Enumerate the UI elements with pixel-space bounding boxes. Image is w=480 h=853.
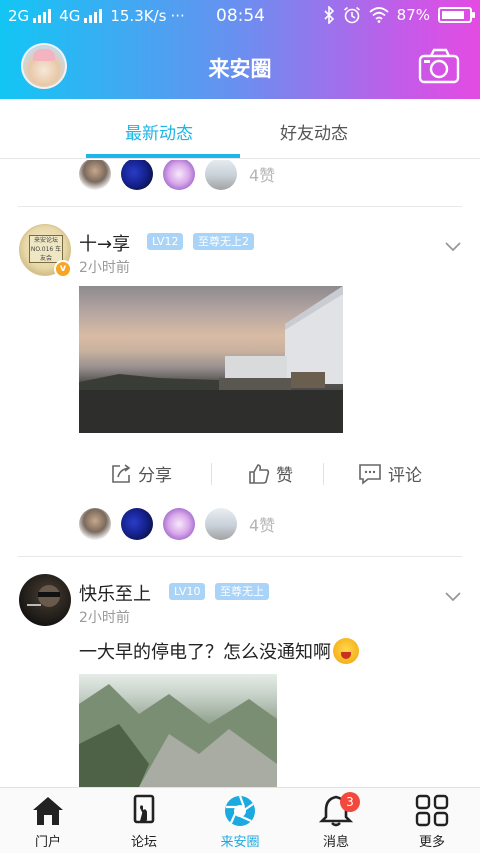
nav-more-label: 更多 bbox=[418, 835, 445, 850]
post-avatar[interactable] bbox=[19, 574, 71, 626]
signal-icon bbox=[33, 9, 52, 23]
feed[interactable]: 4赞 来安论坛 NO.016 车友会 v 十→享 LV12 至尊无上2 2小时前… bbox=[0, 160, 480, 787]
comment-button[interactable]: 评论 bbox=[358, 461, 422, 486]
nav-messages[interactable]: 3 消息 bbox=[288, 788, 384, 853]
page-title: 来安圈 bbox=[208, 57, 272, 81]
more-indicator: ··· bbox=[170, 7, 185, 25]
post-time: 2小时前 bbox=[79, 610, 130, 626]
post-text-row: 一大早的停电了？怎么没通知啊 bbox=[79, 638, 359, 664]
status-left: 2G 4G 15.3K/s ··· bbox=[8, 7, 185, 25]
tab-latest[interactable]: 最新动态 bbox=[125, 119, 193, 144]
comment-icon bbox=[359, 463, 381, 485]
action-separator bbox=[323, 463, 324, 485]
nav-circle[interactable]: 来安圈 bbox=[192, 788, 288, 853]
like-button[interactable]: 赞 bbox=[248, 461, 293, 486]
liker-avatar[interactable] bbox=[121, 160, 153, 190]
nav-more[interactable]: 更多 bbox=[384, 788, 480, 853]
post-image[interactable] bbox=[79, 286, 343, 433]
battery-percent: 87% bbox=[396, 6, 430, 24]
chevron-down-icon[interactable] bbox=[444, 238, 462, 256]
post-actions: 分享 赞 评论 bbox=[0, 455, 480, 493]
tab-friends[interactable]: 好友动态 bbox=[280, 119, 348, 144]
post-text: 一大早的停电了？怎么没通知啊 bbox=[79, 642, 331, 663]
level-badge: LV12 bbox=[147, 233, 184, 250]
signal-icon bbox=[84, 9, 103, 23]
status-right: 87% bbox=[323, 6, 475, 24]
aperture-icon bbox=[225, 795, 255, 826]
liker-avatar[interactable] bbox=[163, 508, 195, 540]
post-image-scene bbox=[79, 684, 277, 787]
liker-avatar[interactable] bbox=[79, 508, 111, 540]
status-bar: 2G 4G 15.3K/s ··· 08:54 87% bbox=[0, 0, 480, 34]
share-button[interactable]: 分享 bbox=[110, 461, 172, 486]
thumbs-up-icon bbox=[249, 463, 270, 484]
level-badge: LV10 bbox=[169, 583, 206, 600]
comment-label: 评论 bbox=[388, 466, 422, 486]
likers-row: 4赞 bbox=[79, 160, 275, 190]
post-username[interactable]: 十→享 bbox=[79, 230, 130, 256]
nav-home[interactable]: 门户 bbox=[0, 788, 96, 853]
crying-emoji-icon bbox=[333, 638, 359, 664]
nav-forum-label: 论坛 bbox=[130, 835, 157, 850]
chevron-down-icon[interactable] bbox=[444, 588, 462, 606]
post-divider bbox=[18, 556, 462, 557]
bottom-nav: 门户 论坛 来安圈 3 消息 更多 bbox=[0, 787, 480, 853]
likes-count: 4赞 bbox=[249, 166, 276, 185]
bluetooth-icon bbox=[324, 6, 334, 24]
post-divider bbox=[18, 206, 462, 207]
liker-avatar[interactable] bbox=[79, 160, 111, 190]
wifi-icon bbox=[369, 7, 389, 23]
home-icon bbox=[33, 797, 63, 825]
liker-avatar[interactable] bbox=[205, 160, 237, 190]
nav-circle-label: 来安圈 bbox=[220, 835, 260, 850]
tab-indicator bbox=[86, 154, 240, 158]
forum-icon bbox=[133, 794, 155, 824]
nav-messages-label: 消息 bbox=[322, 835, 349, 850]
liker-avatar[interactable] bbox=[121, 508, 153, 540]
network-4g-label: 4G bbox=[59, 7, 81, 25]
camera-icon[interactable] bbox=[418, 45, 460, 85]
avatar-photo bbox=[27, 585, 60, 607]
action-separator bbox=[211, 463, 212, 485]
battery-icon bbox=[438, 7, 475, 23]
post-image-scene bbox=[79, 286, 343, 433]
like-label: 赞 bbox=[276, 466, 293, 486]
avatar-plaque: 来安论坛 NO.016 车友会 bbox=[29, 235, 63, 263]
likers-row: 4赞 bbox=[79, 508, 275, 540]
nav-forum[interactable]: 论坛 bbox=[96, 788, 192, 853]
vip-badge: v bbox=[54, 260, 72, 278]
nav-home-label: 门户 bbox=[34, 835, 61, 850]
alarm-icon bbox=[343, 6, 360, 24]
grid-icon bbox=[415, 794, 449, 827]
rank-badge: 至尊无上2 bbox=[193, 233, 254, 250]
likes-count: 4赞 bbox=[249, 516, 276, 535]
post-image[interactable] bbox=[79, 674, 277, 787]
status-time: 08:54 bbox=[216, 6, 265, 26]
liker-avatar[interactable] bbox=[205, 508, 237, 540]
share-label: 分享 bbox=[138, 466, 172, 486]
notification-badge: 3 bbox=[340, 792, 360, 812]
liker-avatar[interactable] bbox=[163, 160, 195, 190]
network-speed: 15.3K/s bbox=[110, 7, 167, 25]
post-time: 2小时前 bbox=[79, 260, 130, 276]
share-icon bbox=[112, 463, 131, 483]
network-2g-label: 2G bbox=[8, 7, 30, 25]
rank-badge: 至尊无上 bbox=[215, 583, 269, 600]
post-username[interactable]: 快乐至上 bbox=[79, 580, 151, 606]
app-header: 2G 4G 15.3K/s ··· 08:54 87% 来安圈 bbox=[0, 0, 480, 99]
feed-tabs: 最新动态 好友动态 bbox=[0, 99, 480, 159]
